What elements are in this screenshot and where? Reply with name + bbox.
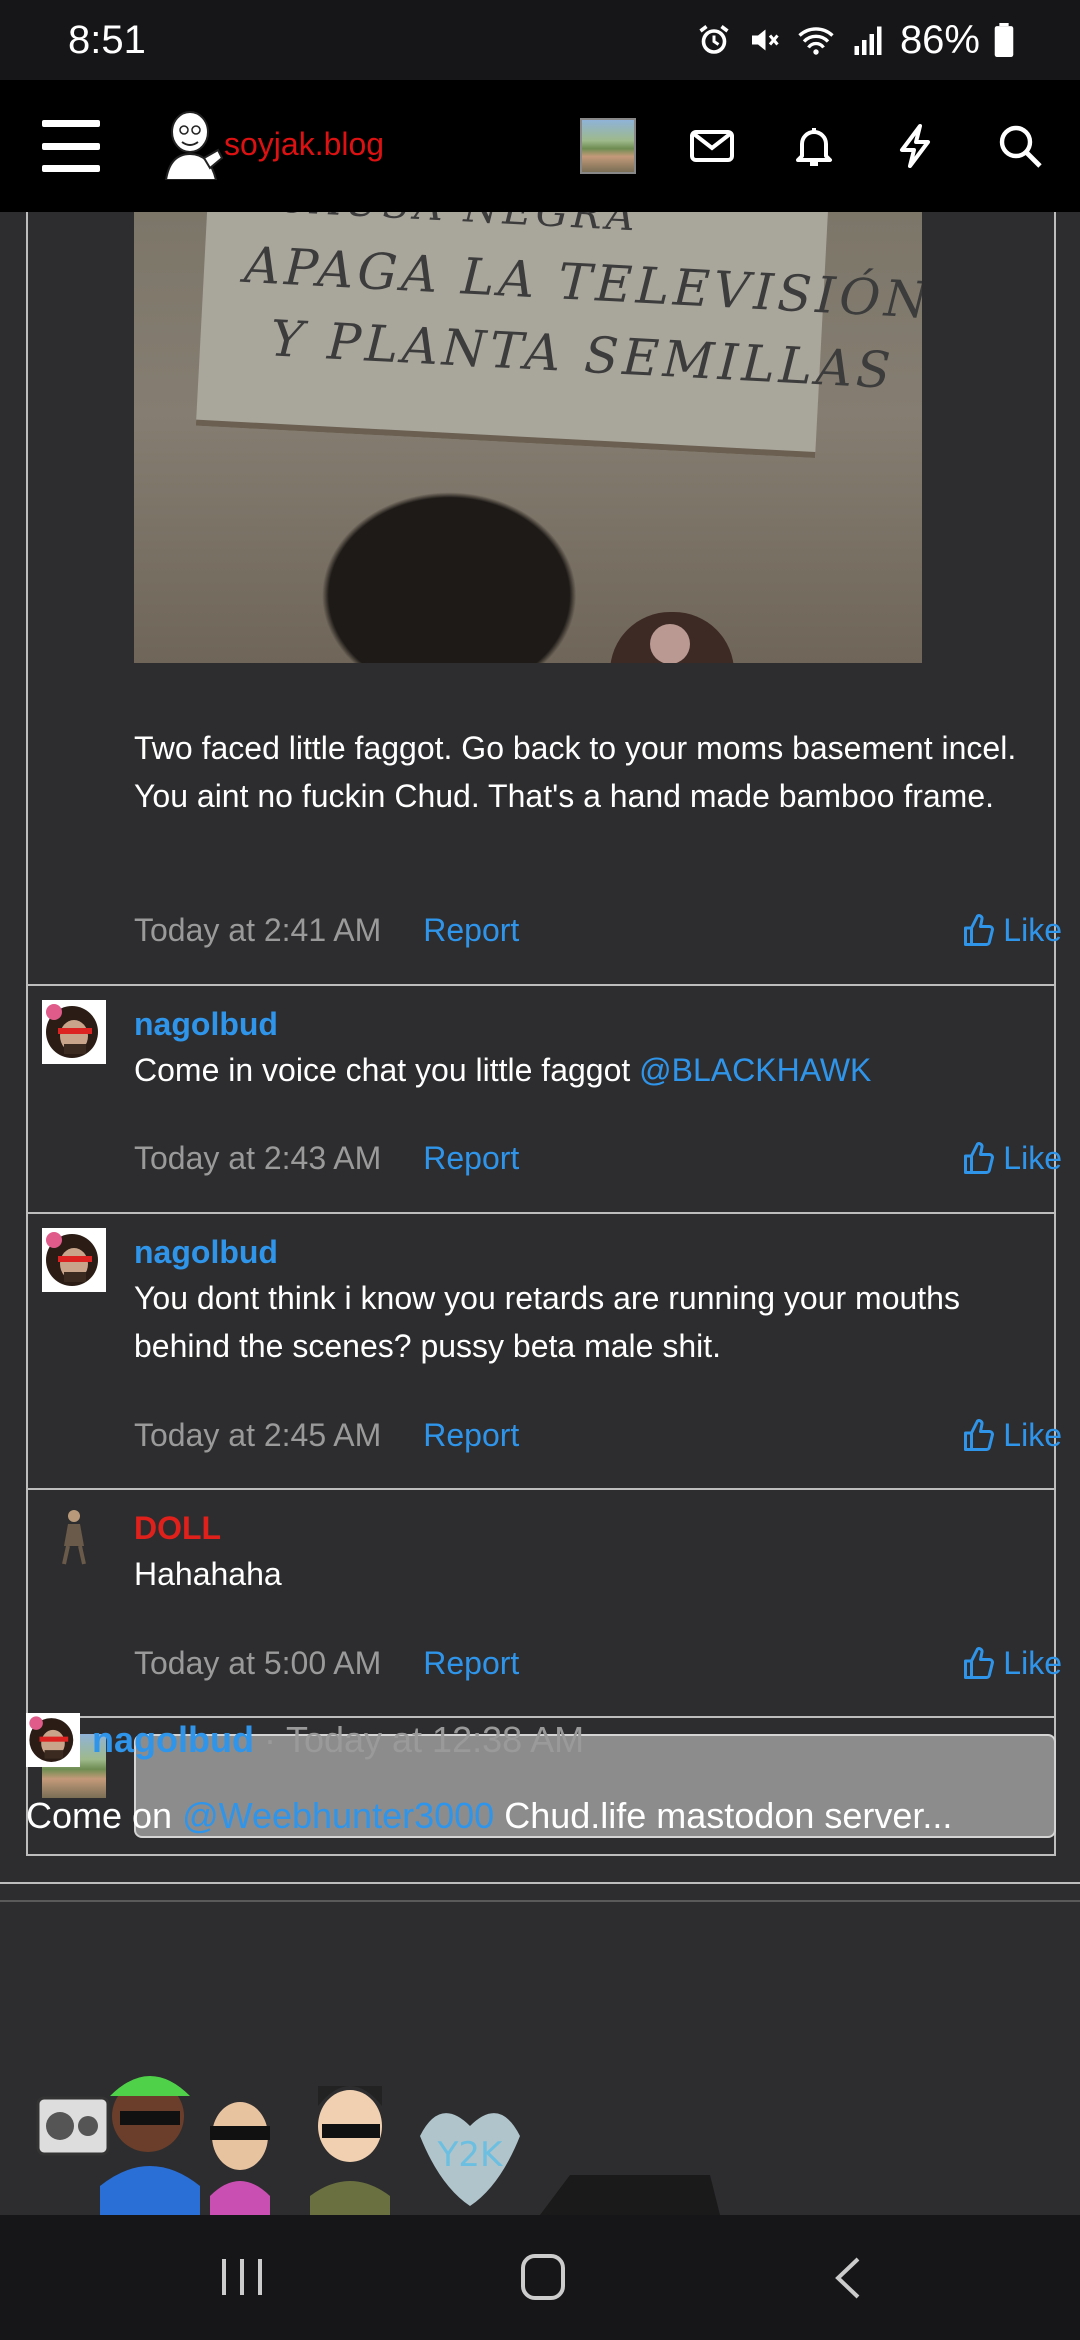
post-text: Come on @Weebhunter3000 Chud.life mastod… — [26, 1795, 953, 1836]
thumbs-up-icon — [964, 1418, 995, 1451]
nagolbud-avatar[interactable] — [42, 1228, 106, 1292]
comment-text: Hahahaha — [134, 1556, 282, 1592]
mute-icon — [751, 29, 779, 51]
post-meta: Today at 2:41 AM Report — [134, 912, 519, 949]
section-divider — [0, 1882, 1080, 1884]
post-username[interactable]: nagolbud — [92, 1719, 254, 1761]
nagolbud-avatar[interactable] — [42, 1000, 106, 1064]
comment-meta: Today at 2:45 AM Report — [134, 1417, 519, 1454]
thumbs-up-icon — [964, 1646, 995, 1679]
status-icons: 86% — [696, 18, 1014, 63]
report-link[interactable]: Report — [423, 1645, 519, 1682]
search-icon[interactable] — [996, 122, 1044, 170]
battery-percent: 86% — [899, 17, 980, 62]
toe-shape — [610, 612, 734, 663]
mention-link[interactable]: @Weebhunter3000 — [182, 1795, 494, 1836]
attached-photo[interactable]: CAUSA NEGRA APAGA LA TELEVISIÓN Y PLANTA… — [134, 212, 922, 663]
comment-meta: Today at 5:00 AM Report — [134, 1645, 519, 1682]
site-name[interactable]: soyjak.blog — [224, 124, 384, 164]
status-time: 8:51 — [68, 17, 146, 62]
home-icon[interactable] — [520, 2253, 566, 2301]
mail-icon[interactable] — [688, 122, 736, 170]
top-nav: soyjak.blog — [0, 80, 1080, 212]
thread-content: CAUSA NEGRA APAGA LA TELEVISIÓN Y PLANTA… — [0, 212, 1080, 2215]
user-avatar[interactable] — [580, 118, 636, 174]
post-time[interactable]: Today at 12:38 AM — [286, 1719, 584, 1761]
separator-dot: · — [263, 1719, 276, 1760]
post-time[interactable]: Today at 2:41 AM — [134, 912, 381, 949]
thumbs-up-icon — [964, 913, 995, 946]
status-bar: 8:51 86% — [0, 0, 1080, 80]
recent-apps-icon[interactable] — [218, 2255, 266, 2299]
section-divider — [0, 1900, 1080, 1902]
report-link[interactable]: Report — [423, 1140, 519, 1177]
comment-meta: Today at 2:43 AM Report — [134, 1140, 519, 1177]
battery-icon — [994, 23, 1014, 57]
divider — [26, 984, 1056, 986]
comment-time[interactable]: Today at 5:00 AM — [134, 1645, 381, 1682]
svg-text:Y2K: Y2K — [437, 2135, 504, 2175]
comment-time[interactable]: Today at 2:43 AM — [134, 1140, 381, 1177]
report-link[interactable]: Report — [423, 1417, 519, 1454]
comment-username[interactable]: nagolbud — [134, 1006, 278, 1043]
like-button[interactable]: Like — [961, 1417, 1062, 1454]
comment-time[interactable]: Today at 2:45 AM — [134, 1417, 381, 1454]
wifi-icon — [798, 27, 834, 55]
sign-board: CAUSA NEGRA APAGA LA TELEVISIÓN Y PLANTA… — [195, 212, 922, 459]
comment-username[interactable]: DOLL — [134, 1510, 221, 1547]
back-icon[interactable] — [830, 2255, 864, 2301]
bell-icon[interactable] — [790, 122, 838, 170]
lightning-icon[interactable] — [892, 122, 940, 170]
nagolbud-avatar[interactable] — [26, 1713, 80, 1767]
like-button[interactable]: Like — [961, 1645, 1062, 1682]
divider — [26, 1854, 1056, 1856]
signal-icon — [854, 26, 882, 55]
thumbs-up-icon — [964, 1141, 995, 1174]
screen: { "status": {"time": "8:51", "battery": … — [0, 0, 1080, 2340]
comment-text: You dont think i know you retards are ru… — [134, 1280, 960, 1364]
post-text: Two faced little faggot. Go back to your… — [134, 730, 1017, 814]
like-button[interactable]: Like — [961, 1140, 1062, 1177]
soyjak-logo-icon[interactable] — [160, 110, 224, 180]
comment-text: Come in voice chat you little faggot @BL… — [134, 1052, 872, 1088]
system-nav-bar — [0, 2215, 1080, 2340]
alarm-icon — [699, 25, 729, 54]
like-button[interactable]: Like — [961, 912, 1062, 949]
comment-username[interactable]: nagolbud — [134, 1234, 278, 1271]
post-image[interactable]: Y2K — [30, 2066, 770, 2215]
post-header: nagolbud · Today at 12:38 AM — [26, 1713, 584, 1767]
mention-link[interactable]: @BLACKHAWK — [639, 1052, 871, 1088]
doll-avatar[interactable] — [42, 1504, 106, 1568]
report-link[interactable]: Report — [423, 912, 519, 949]
divider — [26, 1488, 1056, 1490]
menu-icon[interactable] — [42, 120, 100, 172]
divider — [26, 1212, 1056, 1214]
